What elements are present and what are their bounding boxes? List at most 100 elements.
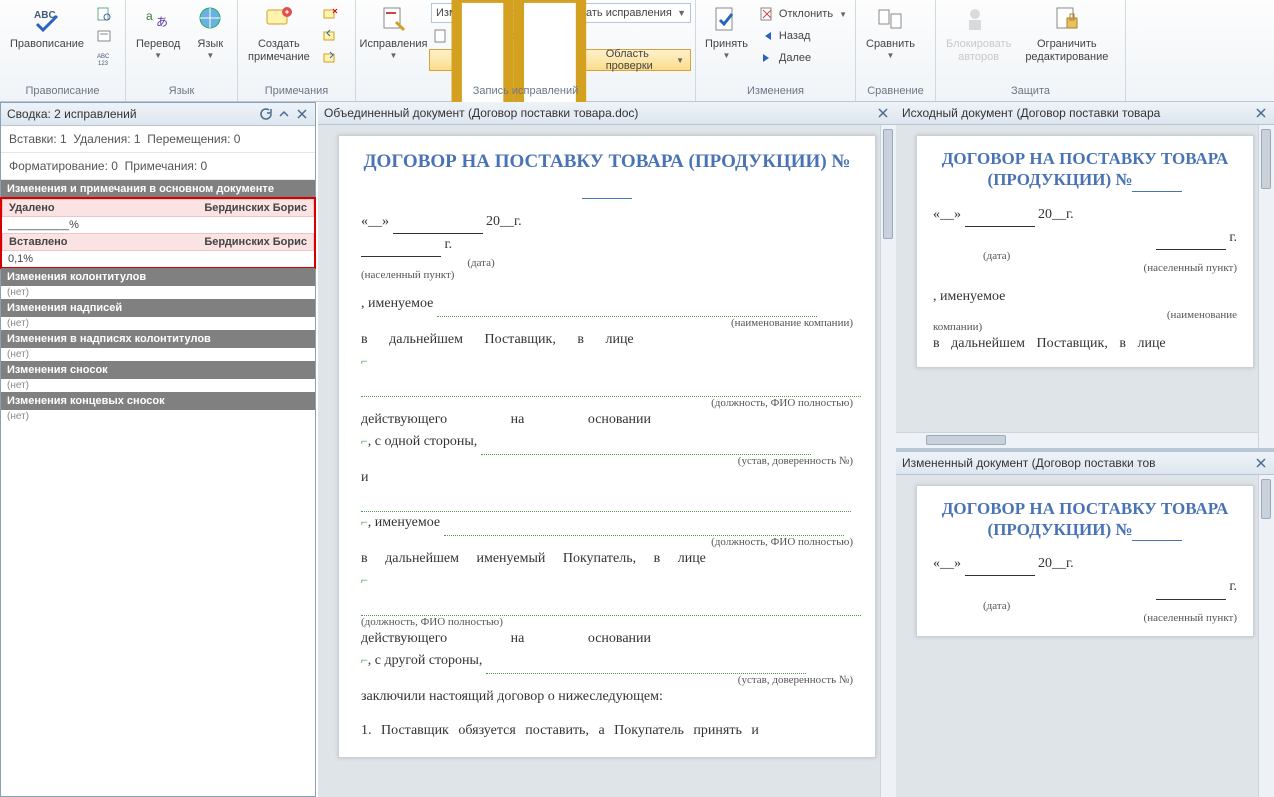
block-authors-label: Блокировать авторов	[946, 38, 1011, 63]
position-caption-2: (должность, ФИО полностью)	[361, 536, 853, 548]
svg-text:123: 123	[98, 61, 109, 66]
group-changes: Принять ▼ Отклонить▼ Назад Далее Изменен…	[696, 0, 856, 101]
horizontal-scrollbar[interactable]	[896, 432, 1258, 448]
group-spelling: ABC Правописание ABC123 Правописание	[0, 0, 126, 101]
doc-title: ДОГОВОР НА ПОСТАВКУ ТОВАРА (ПРОДУКЦИИ) №	[933, 148, 1237, 192]
center-document-wrap: Объединенный документ (Договор поставки …	[318, 102, 896, 797]
vertical-scrollbar[interactable]	[1258, 125, 1274, 448]
reviewing-pane-button[interactable]: Область проверки ▼	[429, 49, 691, 71]
clause-1: 1. Поставщик обязуется поставить, а Поку…	[361, 720, 853, 742]
change-inserted[interactable]: Вставлено Бердинских Борис	[2, 233, 314, 251]
center-title: Объединенный документ (Договор поставки …	[324, 106, 872, 120]
prev-comment-button[interactable]	[318, 26, 342, 46]
new-comment-label: Создать примечание	[248, 38, 310, 63]
group-language: aあ Перевод ▼ Язык ▼ Язык	[126, 0, 238, 101]
svg-text:あ: あ	[156, 15, 168, 29]
compare-label: Сравнить	[866, 38, 915, 51]
right-top-title: Исходный документ (Договор поставки това…	[902, 106, 1250, 120]
summary-panel: Сводка: 2 исправлений Вставки: 1 Удалени…	[0, 102, 316, 797]
reject-label: Отклонить	[779, 8, 833, 20]
position-caption: (должность, ФИО полностью)	[361, 397, 853, 409]
collapse-icon[interactable]	[277, 107, 291, 121]
previous-change-label: Назад	[779, 30, 811, 42]
right-bottom-header: Измененный документ (Договор поставки то…	[896, 452, 1274, 475]
doc-date-line: «__» 20__г.	[361, 211, 853, 234]
right-top-document[interactable]: ДОГОВОР НА ПОСТАВКУ ТОВАРА (ПРОДУКЦИИ) №…	[896, 125, 1274, 448]
svg-text:ABC: ABC	[97, 54, 110, 60]
center-document[interactable]: ДОГОВОР НА ПОСТАВКУ ТОВАРА (ПРОДУКЦИИ) №…	[318, 125, 896, 797]
section-endnotes: Изменения концевых сносок	[1, 392, 315, 410]
language-button[interactable]: Язык ▼	[188, 2, 232, 62]
group-protect: Блокировать авторов Ограничить редактиро…	[936, 0, 1126, 101]
group-comments-label: Примечания	[242, 83, 351, 99]
new-comment-button[interactable]: Создать примечание	[242, 2, 316, 65]
restrict-editing-button[interactable]: Ограничить редактирование	[1019, 2, 1114, 65]
close-icon[interactable]	[1254, 106, 1268, 120]
compare-button[interactable]: Сравнить ▼	[860, 2, 921, 62]
previous-change-button[interactable]: Назад	[755, 26, 851, 46]
svg-text:a: a	[146, 9, 153, 23]
right-bottom-wrap: Измененный документ (Договор поставки то…	[896, 452, 1274, 797]
vertical-scrollbar[interactable]	[880, 125, 896, 797]
charter-caption-2: (устав, доверенность №)	[361, 674, 853, 686]
research-button[interactable]	[92, 4, 116, 24]
accept-button[interactable]: Принять ▼	[700, 2, 753, 62]
change-inserted-text: 0,1%	[2, 251, 314, 267]
thesaurus-button[interactable]	[92, 26, 116, 46]
spelling-button[interactable]: ABC Правописание	[4, 2, 90, 53]
group-protect-label: Защита	[940, 83, 1121, 99]
group-compare: Сравнить ▼ Сравнение	[856, 0, 936, 101]
group-spelling-label: Правописание	[4, 83, 121, 99]
highlighted-changes: Удалено Бердинских Борис __________% Вст…	[0, 197, 316, 269]
track-changes-label: Исправления	[360, 38, 428, 51]
summary-title: Сводка: 2 исправлений	[7, 107, 255, 121]
spelling-label: Правописание	[10, 38, 84, 51]
translate-label: Перевод	[136, 38, 180, 51]
right-column: Исходный документ (Договор поставки това…	[896, 102, 1274, 797]
vertical-scrollbar[interactable]	[1258, 475, 1274, 797]
date-caption: (дата)	[421, 257, 541, 269]
next-change-button[interactable]: Далее	[755, 48, 851, 68]
group-tracking: Исправления ▼ Измененный документ: показ…	[356, 0, 696, 101]
accept-label: Принять	[705, 38, 748, 51]
close-icon[interactable]	[876, 106, 890, 120]
line-acting: действующего на основании	[361, 409, 853, 431]
hfcap-empty: (нет)	[1, 348, 315, 361]
change-deleted[interactable]: Удалено Бердинских Борис	[2, 199, 314, 217]
translate-button[interactable]: aあ Перевод ▼	[130, 2, 186, 62]
right-bottom-document[interactable]: ДОГОВОР НА ПОСТАВКУ ТОВАРА (ПРОДУКЦИИ) №…	[896, 475, 1274, 797]
summary-stats-2: Форматирование: 0 Примечания: 0	[1, 153, 315, 180]
line-acting-2: действующего на основании	[361, 628, 853, 650]
group-comments: Создать примечание Примечания	[238, 0, 356, 101]
charter-caption: (устав, доверенность №)	[361, 455, 853, 467]
doc-title: ДОГОВОР НА ПОСТАВКУ ТОВАРА (ПРОДУКЦИИ) №	[361, 150, 853, 199]
refresh-icon[interactable]	[259, 107, 273, 121]
language-label: Язык	[197, 38, 223, 51]
ribbon: ABC Правописание ABC123 Правописание aあ …	[0, 0, 1274, 102]
delete-comment-button[interactable]	[318, 4, 342, 24]
next-comment-button[interactable]	[318, 48, 342, 68]
line-and: и	[361, 467, 853, 513]
summary-stats-1: Вставки: 1 Удаления: 1 Перемещения: 0	[1, 126, 315, 153]
cap-empty: (нет)	[1, 317, 315, 330]
block-authors-button[interactable]: Блокировать авторов	[940, 2, 1017, 65]
change-deleted-text: __________%	[2, 217, 314, 233]
group-language-label: Язык	[130, 83, 233, 99]
city-caption: (населенный пункт)	[361, 269, 853, 281]
section-captions: Изменения надписей	[1, 299, 315, 317]
right-bottom-title: Измененный документ (Договор поставки то…	[902, 456, 1250, 470]
track-changes-button[interactable]: Исправления ▼	[360, 2, 427, 62]
group-compare-label: Сравнение	[860, 83, 931, 99]
position-caption-3: (должность, ФИО полностью)	[361, 616, 853, 628]
reject-button[interactable]: Отклонить▼	[755, 4, 851, 24]
next-change-label: Далее	[779, 52, 811, 64]
line-buyer: в дальнейшем именуемый Покупатель, в лиц…	[361, 548, 853, 570]
right-top-wrap: Исходный документ (Договор поставки това…	[896, 102, 1274, 448]
line-concluded: заключили настоящий договор о нижеследую…	[361, 686, 853, 708]
company-caption: (наименование компании)	[361, 317, 853, 329]
close-icon[interactable]	[1254, 456, 1268, 470]
line-supplier: в дальнейшем Поставщик, в лице	[361, 329, 853, 351]
close-icon[interactable]	[295, 107, 309, 121]
reviewing-pane-label: Область проверки	[606, 48, 668, 72]
wordcount-button[interactable]: ABC123	[92, 48, 116, 68]
